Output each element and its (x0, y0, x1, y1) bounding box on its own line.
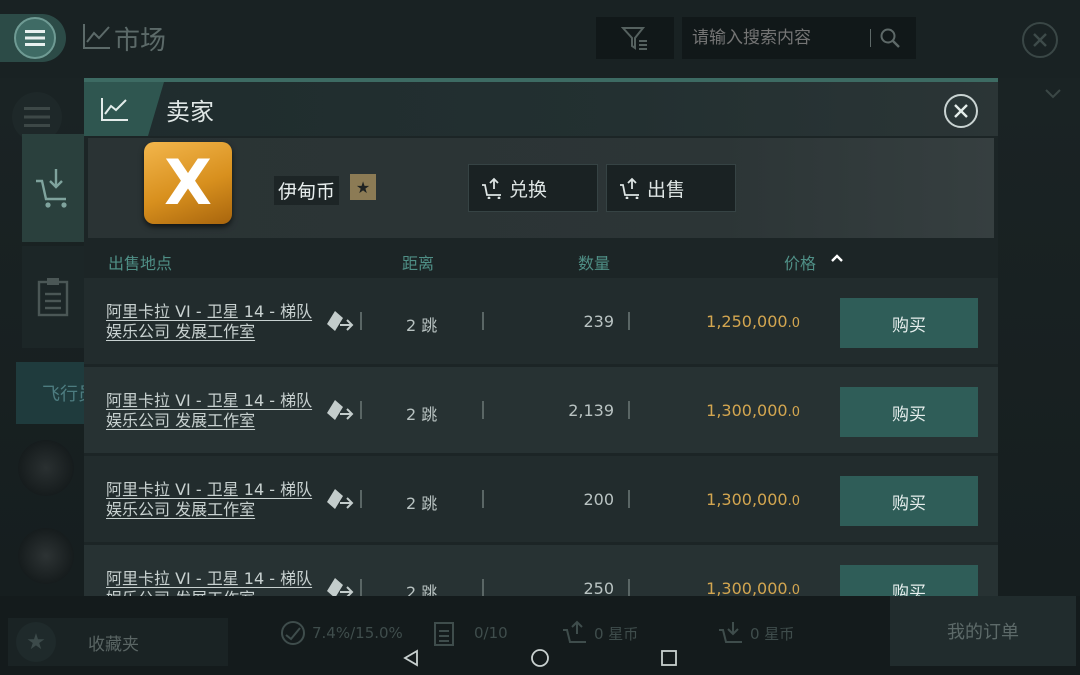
quantity-value: 200 (583, 490, 614, 509)
rail-pilot-tab[interactable]: 飞行员 (16, 362, 84, 424)
back-nav-icon[interactable] (402, 648, 420, 667)
station-link[interactable]: 阿里卡拉 VI - 卫星 14 - 梯队娱乐公司 发展工作室 (106, 302, 316, 342)
price-value: 1,300,000.0 (664, 490, 800, 509)
column-divider (482, 401, 484, 419)
price-value: 1,250,000.0 (664, 312, 800, 331)
column-divider (360, 490, 362, 508)
price-integer: 1,300,000 (706, 490, 788, 509)
search-icon[interactable] (879, 27, 901, 49)
android-nav-bar (0, 640, 1080, 675)
rail-orders-tab[interactable] (22, 246, 84, 348)
price-decimal: .0 (787, 583, 800, 596)
set-destination-icon[interactable] (324, 397, 354, 423)
quantity-value: 239 (583, 312, 614, 331)
jump-distance: 2 跳 (406, 583, 438, 596)
chevron-down-icon[interactable] (1044, 88, 1062, 100)
sellers-dialog: 卖家 X 伊甸币 ★ 兑换 出售 出售地点 距离 数量 价格 阿里卡拉 VI -… (84, 78, 998, 596)
currency-icon-letter: X (164, 146, 212, 219)
station-link[interactable]: 阿里卡拉 VI - 卫星 14 - 梯队娱乐公司 发展工作室 (106, 391, 316, 431)
ship-thumbnail[interactable] (18, 528, 74, 584)
filter-button[interactable] (596, 17, 674, 59)
close-dialog-button[interactable] (944, 94, 978, 128)
header-tab (84, 82, 164, 136)
sell-button[interactable]: 出售 (606, 164, 736, 212)
search-input[interactable] (692, 28, 862, 48)
jump-distance: 2 跳 (406, 405, 438, 424)
hamburger-icon (14, 17, 56, 59)
price-decimal: .0 (787, 316, 800, 331)
buy-button[interactable]: 购买 (840, 298, 978, 348)
jump-distance: 2 跳 (406, 316, 438, 335)
close-icon (954, 104, 968, 118)
buy-button[interactable]: 购买 (840, 476, 978, 526)
buy-button[interactable]: 购买 (840, 387, 978, 437)
column-divider (628, 312, 630, 330)
column-divider (628, 490, 630, 508)
seller-row: 阿里卡拉 VI - 卫星 14 - 梯队娱乐公司 发展工作室 2 跳 2,139… (84, 367, 998, 453)
sort-ascending-icon[interactable] (830, 253, 844, 263)
page-title: 市场 (114, 26, 167, 56)
exchange-cart-icon (482, 177, 501, 199)
column-divider (360, 401, 362, 419)
column-header-quantity[interactable]: 数量 (578, 250, 610, 274)
close-icon (1033, 33, 1047, 47)
column-divider (628, 401, 630, 419)
price-integer: 1,300,000 (706, 579, 788, 596)
recents-nav-icon[interactable] (660, 649, 678, 667)
seller-list: 阿里卡拉 VI - 卫星 14 - 梯队娱乐公司 发展工作室 2 跳 239 1… (84, 278, 998, 596)
column-divider (360, 579, 362, 596)
search-divider (870, 29, 871, 47)
set-destination-icon[interactable] (324, 486, 354, 512)
column-divider (628, 579, 630, 596)
price-integer: 1,250,000 (706, 312, 788, 331)
jump-distance: 2 跳 (406, 494, 438, 513)
column-header-location[interactable]: 出售地点 (108, 250, 172, 274)
column-divider (360, 312, 362, 330)
isk-currency-icon: X (144, 142, 232, 224)
price-value: 1,300,000.0 (664, 579, 800, 596)
sell-label: 出售 (647, 178, 686, 201)
seller-row: 阿里卡拉 VI - 卫星 14 - 梯队娱乐公司 发展工作室 2 跳 200 1… (84, 456, 998, 542)
set-destination-icon[interactable] (324, 575, 354, 596)
column-header-distance[interactable]: 距离 (402, 250, 434, 274)
sell-cart-icon (620, 177, 639, 199)
seller-row: 阿里卡拉 VI - 卫星 14 - 梯队娱乐公司 发展工作室 2 跳 239 1… (84, 278, 998, 364)
list-icon (24, 107, 50, 127)
exchange-button[interactable]: 兑换 (468, 164, 598, 212)
close-market-button[interactable] (1022, 22, 1058, 58)
buy-button[interactable]: 购买 (840, 565, 978, 596)
set-destination-icon[interactable] (324, 308, 354, 334)
main-menu-button[interactable] (0, 14, 66, 62)
dialog-title: 卖家 (166, 98, 214, 126)
clipboard-icon (37, 278, 69, 317)
home-nav-icon[interactable] (530, 648, 550, 668)
item-name: 伊甸币 (274, 176, 340, 205)
ship-thumbnail[interactable] (18, 440, 74, 496)
exchange-label: 兑换 (509, 178, 548, 201)
dialog-header: 卖家 (84, 82, 998, 136)
station-link[interactable]: 阿里卡拉 VI - 卫星 14 - 梯队娱乐公司 发展工作室 (106, 569, 316, 596)
chart-icon (101, 98, 128, 121)
seller-row: 阿里卡拉 VI - 卫星 14 - 梯队娱乐公司 发展工作室 2 跳 250 1… (84, 545, 998, 596)
item-info-panel: X 伊甸币 ★ 兑换 出售 (88, 138, 994, 238)
market-chart-icon (83, 24, 110, 49)
station-link[interactable]: 阿里卡拉 VI - 卫星 14 - 梯队娱乐公司 发展工作室 (106, 480, 316, 520)
column-divider (482, 312, 484, 330)
favorite-star-icon[interactable]: ★ (350, 174, 376, 200)
column-divider (482, 579, 484, 596)
buy-cart-icon (36, 169, 67, 208)
search-box (682, 17, 916, 59)
quantity-value: 250 (583, 579, 614, 596)
column-header-price[interactable]: 价格 (784, 250, 816, 274)
price-integer: 1,300,000 (706, 401, 788, 420)
price-decimal: .0 (787, 405, 800, 420)
rail-buy-tab[interactable] (22, 134, 84, 242)
quantity-value: 2,139 (568, 401, 614, 420)
price-decimal: .0 (787, 494, 800, 509)
column-divider (482, 490, 484, 508)
price-value: 1,300,000.0 (664, 401, 800, 420)
filter-icon (621, 27, 647, 50)
